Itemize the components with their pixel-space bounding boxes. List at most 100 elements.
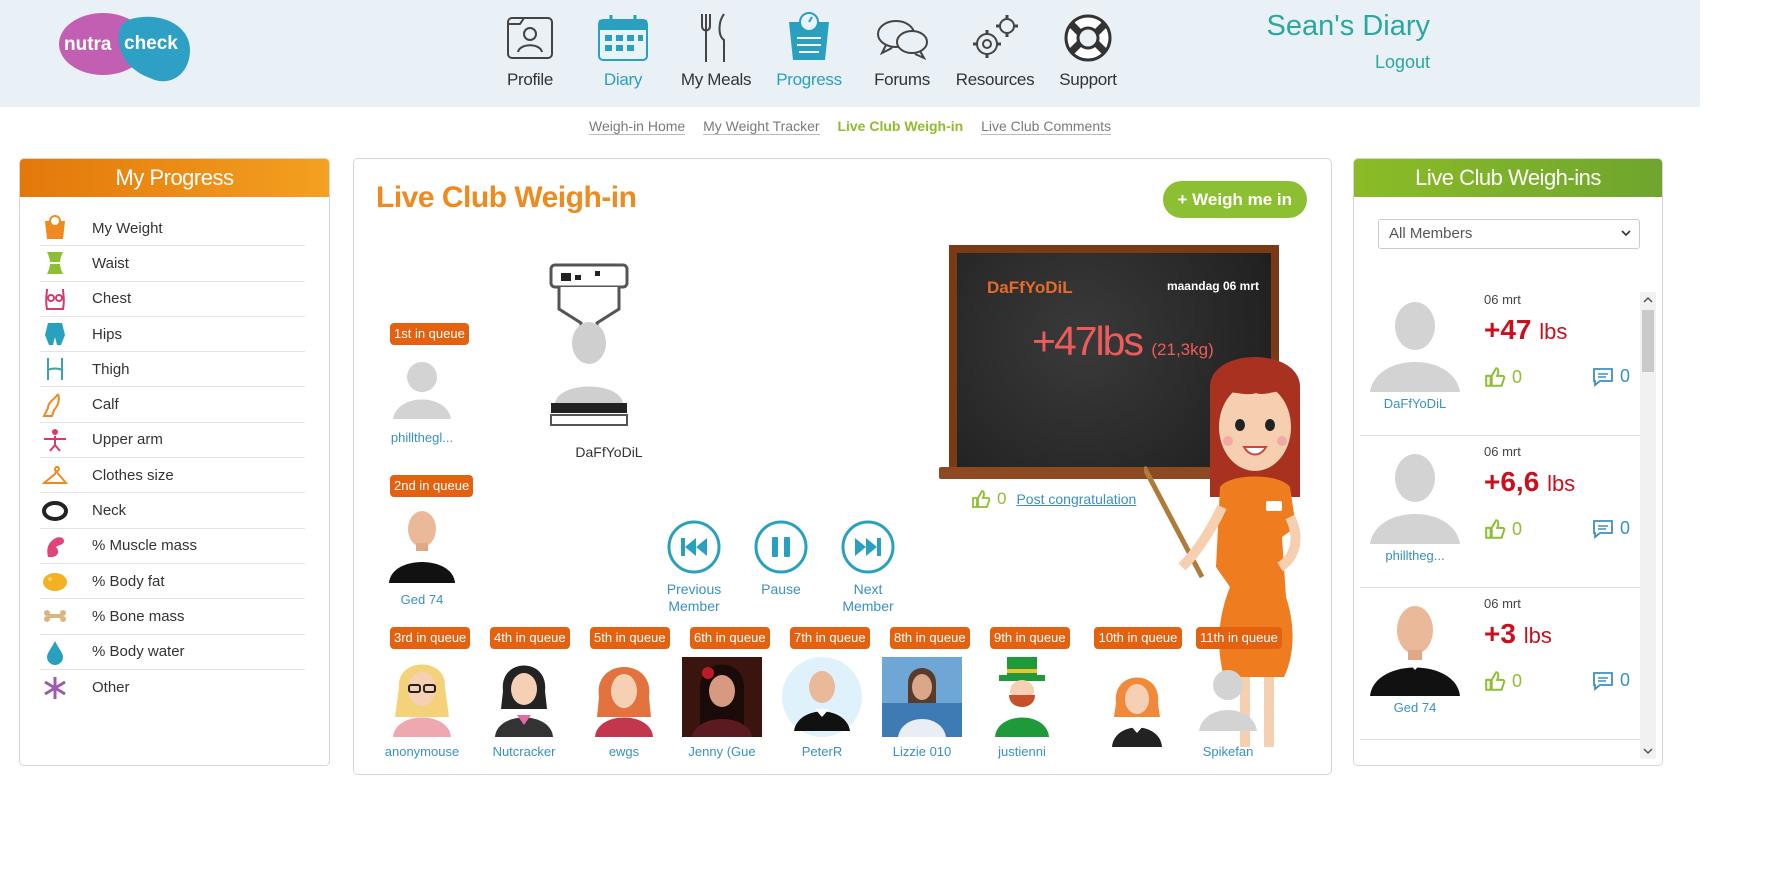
feed-likes-count: 0 xyxy=(1512,518,1523,539)
progress-item-muscle-mass[interactable]: % Muscle mass xyxy=(40,529,305,564)
queue-badge-8: 8th in queue xyxy=(890,627,970,649)
feed-member-name[interactable]: philltheg... xyxy=(1360,548,1470,563)
queue-member-7[interactable]: PeterR xyxy=(776,657,868,759)
lifebuoy-icon xyxy=(1064,14,1112,62)
congratulations-row: 0 Post congratulation xyxy=(971,489,1136,509)
queue-badge-6: 6th in queue xyxy=(690,627,770,649)
weigh-me-in-button[interactable]: + Weigh me in xyxy=(1162,181,1307,218)
weighin-feed: DaFfYoDiL 06 mrt +47 lbs 0 0 philltheg..… xyxy=(1360,284,1640,744)
nav-resources[interactable]: Resources xyxy=(945,12,1045,90)
feed-item: Ged 74 06 mrt +3 lbs 0 0 xyxy=(1360,588,1640,740)
progress-item-clothes-size[interactable]: Clothes size xyxy=(40,458,305,494)
subnav-weight-tracker[interactable]: My Weight Tracker xyxy=(703,118,820,135)
feed-comments[interactable]: 0 xyxy=(1592,366,1630,387)
comment-icon xyxy=(1593,367,1613,387)
profile-icon xyxy=(507,17,553,59)
calf-icon xyxy=(40,391,70,419)
progress-item-body-water[interactable]: % Body water xyxy=(40,635,305,670)
post-congratulation-link[interactable]: Post congratulation xyxy=(1016,491,1136,507)
default-avatar-icon[interactable] xyxy=(1366,446,1464,546)
member-filter-value: All Members xyxy=(1389,225,1473,242)
my-progress-panel: My Progress My Weight Waist Chest Hips T… xyxy=(19,158,330,766)
feed-member-name[interactable]: Ged 74 xyxy=(1360,700,1470,715)
pause-icon xyxy=(754,520,808,574)
feed-likes[interactable]: 0 xyxy=(1484,366,1522,388)
pause-button[interactable]: Pause xyxy=(741,519,821,598)
previous-member-button[interactable]: Previous Member xyxy=(654,519,734,615)
asterisk-icon xyxy=(40,674,70,702)
nav-progress[interactable]: Progress xyxy=(759,12,859,90)
queue-member-6[interactable]: Jenny (Gue xyxy=(676,657,768,759)
subnav-live-club-comments[interactable]: Live Club Comments xyxy=(981,118,1112,135)
progress-item-neck[interactable]: Neck xyxy=(40,493,305,529)
water-drop-icon xyxy=(40,638,70,666)
logout-link[interactable]: Logout xyxy=(1375,52,1430,73)
queue-member-5[interactable]: ewgs xyxy=(578,657,670,759)
feed-member-name[interactable]: DaFfYoDiL xyxy=(1360,396,1470,411)
member-avatar-icon xyxy=(495,665,553,737)
feed-scrollbar[interactable] xyxy=(1640,292,1656,759)
member-photo xyxy=(682,657,762,737)
progress-item-my-weight[interactable]: My Weight xyxy=(40,211,305,247)
member-filter-select[interactable]: All Members xyxy=(1378,219,1640,249)
subnav-live-club-weighin[interactable]: Live Club Weigh-in xyxy=(837,118,963,134)
queue-badge-10: 10th in queue xyxy=(1094,627,1182,649)
weighin-title: Live Club Weigh-in xyxy=(376,181,637,214)
nav-forums[interactable]: Forums xyxy=(852,12,952,90)
feed-comments[interactable]: 0 xyxy=(1592,518,1630,539)
hanger-icon xyxy=(40,461,70,489)
comment-icon xyxy=(1593,671,1613,691)
nav-my-meals[interactable]: My Meals xyxy=(666,12,766,90)
queue-member-11[interactable]: Spikefan xyxy=(1182,657,1274,759)
progress-item-body-fat[interactable]: % Body fat xyxy=(40,564,305,600)
skip-next-icon xyxy=(841,520,895,574)
feed-weight-unit: lbs xyxy=(1523,623,1552,648)
progress-item-calf[interactable]: Calf xyxy=(40,387,305,423)
member-avatar-icon[interactable] xyxy=(1366,598,1464,698)
progress-item-waist[interactable]: Waist xyxy=(40,246,305,282)
chest-icon xyxy=(40,285,70,313)
progress-list: My Weight Waist Chest Hips Thigh Calf Up… xyxy=(40,211,305,705)
thigh-icon xyxy=(40,355,70,383)
scrollbar-thumb[interactable] xyxy=(1642,310,1654,372)
progress-item-bone-mass[interactable]: % Bone mass xyxy=(40,599,305,635)
feed-likes[interactable]: 0 xyxy=(1484,518,1522,540)
progress-item-other[interactable]: Other xyxy=(40,670,305,705)
member-photo xyxy=(882,657,962,737)
nav-profile[interactable]: Profile xyxy=(480,12,580,90)
queue-member-1[interactable]: phillthegl... xyxy=(376,353,468,445)
feed-date: 06 mrt xyxy=(1484,596,1521,611)
queue-member-8[interactable]: Lizzie 010 xyxy=(876,657,968,759)
chevron-up-icon[interactable] xyxy=(1643,295,1653,305)
nav-diary[interactable]: Diary xyxy=(573,12,673,90)
feed-comments[interactable]: 0 xyxy=(1592,670,1630,691)
nutracheck-logo[interactable]: nutra check xyxy=(58,12,193,88)
queue-member-3[interactable]: anonymouse xyxy=(376,657,468,759)
weighing-scale-illustration xyxy=(549,263,629,426)
chevron-down-icon[interactable] xyxy=(1643,746,1653,756)
feed-likes[interactable]: 0 xyxy=(1484,670,1522,692)
live-club-weighins-panel: Live Club Weigh-ins All Members DaFfYoDi… xyxy=(1353,158,1663,766)
neck-icon xyxy=(40,497,70,525)
muscle-icon xyxy=(40,532,70,560)
progress-item-thigh[interactable]: Thigh xyxy=(40,352,305,388)
top-bar: nutra check Profile Diary My Meals Progr… xyxy=(0,0,1700,107)
queue-member-9[interactable]: justienni xyxy=(976,657,1068,759)
board-member-name: DaFfYoDiL xyxy=(987,278,1073,297)
queue-member-4[interactable]: Nutcracker xyxy=(478,657,570,759)
default-avatar-icon[interactable] xyxy=(1366,294,1464,394)
thumbs-up-icon xyxy=(1485,367,1506,387)
sub-navigation: Weigh-in Home My Weight Tracker Live Clu… xyxy=(0,118,1700,135)
nav-support[interactable]: Support xyxy=(1038,12,1138,90)
next-member-button[interactable]: Next Member xyxy=(828,519,908,615)
thumbs-up-icon[interactable] xyxy=(971,489,991,509)
subnav-weighin-home[interactable]: Weigh-in Home xyxy=(588,118,686,135)
progress-item-chest[interactable]: Chest xyxy=(40,282,305,317)
progress-item-upper-arm[interactable]: Upper arm xyxy=(40,423,305,459)
chat-bubbles-icon xyxy=(877,20,928,61)
member-avatar-icon xyxy=(389,511,455,583)
scale-icon xyxy=(40,214,70,242)
progress-item-hips[interactable]: Hips xyxy=(40,317,305,353)
queue-member-10[interactable] xyxy=(1091,667,1183,754)
queue-member-2[interactable]: Ged 74 xyxy=(376,505,468,607)
